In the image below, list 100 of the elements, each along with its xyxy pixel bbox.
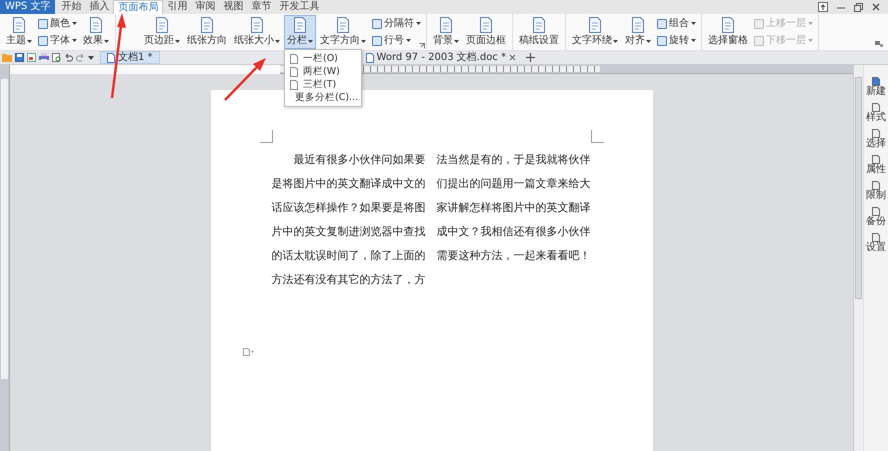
sidebar-button[interactable]: 选择 — [866, 129, 886, 149]
ribbon-button[interactable]: 分栏 — [284, 15, 316, 49]
sidebar-button[interactable]: 属性 — [866, 155, 886, 175]
ribbon-button[interactable]: 行号 — [370, 34, 423, 47]
pin-icon[interactable] — [818, 2, 828, 12]
document-tab[interactable]: Word 97 - 2003 文档.doc * — [360, 51, 522, 64]
scrollbar[interactable] — [853, 65, 863, 451]
square-icon — [754, 36, 764, 46]
square-icon — [38, 18, 48, 28]
caret-icon — [361, 40, 366, 42]
close-icon[interactable] — [872, 3, 880, 11]
ribbon-tab[interactable]: 开始 — [57, 0, 86, 14]
print-icon[interactable] — [39, 53, 49, 62]
sidebar-button[interactable]: 设置 — [866, 233, 886, 253]
page-icon — [250, 17, 264, 33]
ribbon-button[interactable]: 文字方向 — [317, 15, 369, 49]
page-icon — [872, 129, 880, 138]
paragraph-mark-icon — [242, 348, 254, 356]
menu-item[interactable]: 三栏(T) — [285, 78, 361, 91]
caret-icon — [613, 40, 618, 42]
page-icon — [588, 17, 602, 33]
page-icon — [872, 103, 880, 112]
page-icon — [872, 181, 880, 190]
caret-icon — [104, 40, 109, 42]
page-icon — [89, 17, 103, 33]
ribbon-button[interactable]: 纸张大小 — [231, 15, 283, 49]
ribbon-tab[interactable]: 引用 — [163, 0, 192, 14]
document-icon — [107, 52, 115, 62]
dialog-launcher-icon[interactable] — [419, 43, 425, 49]
preview-icon[interactable] — [52, 53, 61, 62]
ribbon-button[interactable]: 主题 — [3, 15, 35, 49]
ribbon-tab[interactable]: 页面布局 — [113, 0, 164, 14]
arrow — [224, 58, 266, 101]
page-icon — [631, 17, 645, 33]
sidebar-button[interactable]: 新建 — [866, 77, 886, 97]
page-icon — [12, 17, 26, 33]
caret-icon — [308, 40, 313, 42]
caret-icon — [72, 22, 77, 25]
menu-item[interactable]: 两栏(W) — [285, 65, 361, 78]
sidebar-button[interactable]: 备份 — [866, 207, 886, 227]
caret-icon — [808, 39, 813, 42]
page-icon — [872, 233, 880, 242]
caret-icon — [808, 22, 813, 25]
document-tab[interactable]: 文档1 * — [100, 51, 160, 64]
caret-icon — [646, 40, 651, 42]
page-icon — [293, 17, 307, 33]
page-icon — [872, 77, 880, 86]
close-icon[interactable] — [509, 54, 516, 61]
ribbon-button[interactable]: 稿纸设置 — [516, 15, 562, 49]
ribbon-button[interactable]: 纸张方向 — [184, 15, 230, 49]
caret-icon — [691, 22, 696, 25]
ribbon-button[interactable]: 页边距 — [141, 15, 183, 49]
ribbon-button[interactable]: 旋转 — [655, 34, 698, 47]
scrollbar-thumb[interactable] — [855, 77, 862, 299]
ribbon-button[interactable]: 对齐 — [622, 15, 654, 49]
menu-item[interactable]: 一栏(O) — [285, 52, 361, 65]
caret-icon — [27, 40, 32, 42]
page-icon — [155, 17, 169, 33]
ribbon-button[interactable]: 文字环绕 — [569, 15, 621, 49]
caret-icon — [406, 39, 411, 42]
ribbon-tab[interactable]: 章节 — [247, 0, 276, 14]
ribbon-tab[interactable]: 审阅 — [191, 0, 220, 14]
ribbon-button[interactable]: 效果 — [80, 15, 112, 49]
ribbon-tab[interactable]: 开发工具 — [275, 0, 324, 14]
ribbon-button[interactable]: 分隔符 — [370, 17, 423, 30]
menu-item[interactable]: 更多分栏(C)... — [285, 91, 361, 104]
caret-icon — [175, 40, 180, 42]
document-icon[interactable] — [27, 53, 36, 62]
ribbon-button[interactable]: 选择窗格 — [705, 15, 751, 49]
sidebar-button[interactable]: 限制 — [866, 181, 886, 201]
new-tab-icon[interactable] — [526, 53, 536, 62]
square-icon — [38, 36, 48, 46]
save-icon[interactable] — [15, 53, 24, 62]
page-icon — [439, 17, 453, 33]
page-icon — [200, 17, 214, 33]
restore-icon[interactable] — [854, 2, 863, 12]
ribbon-button[interactable]: 组合 — [655, 17, 698, 30]
page-icon — [532, 17, 546, 33]
collapse-ribbon-icon[interactable] — [875, 41, 883, 47]
ribbon-tab[interactable]: 插入 — [85, 0, 114, 14]
square-icon — [754, 18, 764, 28]
sidebar-button[interactable]: 样式 — [866, 103, 886, 123]
page-icon — [479, 17, 493, 33]
page-icon — [872, 155, 880, 164]
ribbon-button[interactable]: 页面边框 — [463, 15, 509, 49]
caret-icon[interactable] — [88, 56, 94, 60]
ribbon-button[interactable]: 背景 — [430, 15, 462, 49]
undo-icon[interactable] — [64, 53, 73, 62]
square-icon — [657, 36, 667, 46]
caret-icon — [72, 39, 77, 42]
page-icon — [721, 17, 735, 33]
ribbon-button[interactable]: 字体 — [36, 34, 79, 47]
page-icon — [872, 207, 880, 216]
app-menu-button[interactable]: WPS 文字 — [0, 0, 56, 14]
document-icon — [366, 52, 374, 62]
square-icon — [372, 18, 382, 28]
caret-icon — [691, 39, 696, 42]
page-icon — [336, 17, 350, 33]
ribbon-tab[interactable]: 视图 — [219, 0, 248, 14]
ribbon-button[interactable]: 颜色 — [36, 17, 79, 30]
